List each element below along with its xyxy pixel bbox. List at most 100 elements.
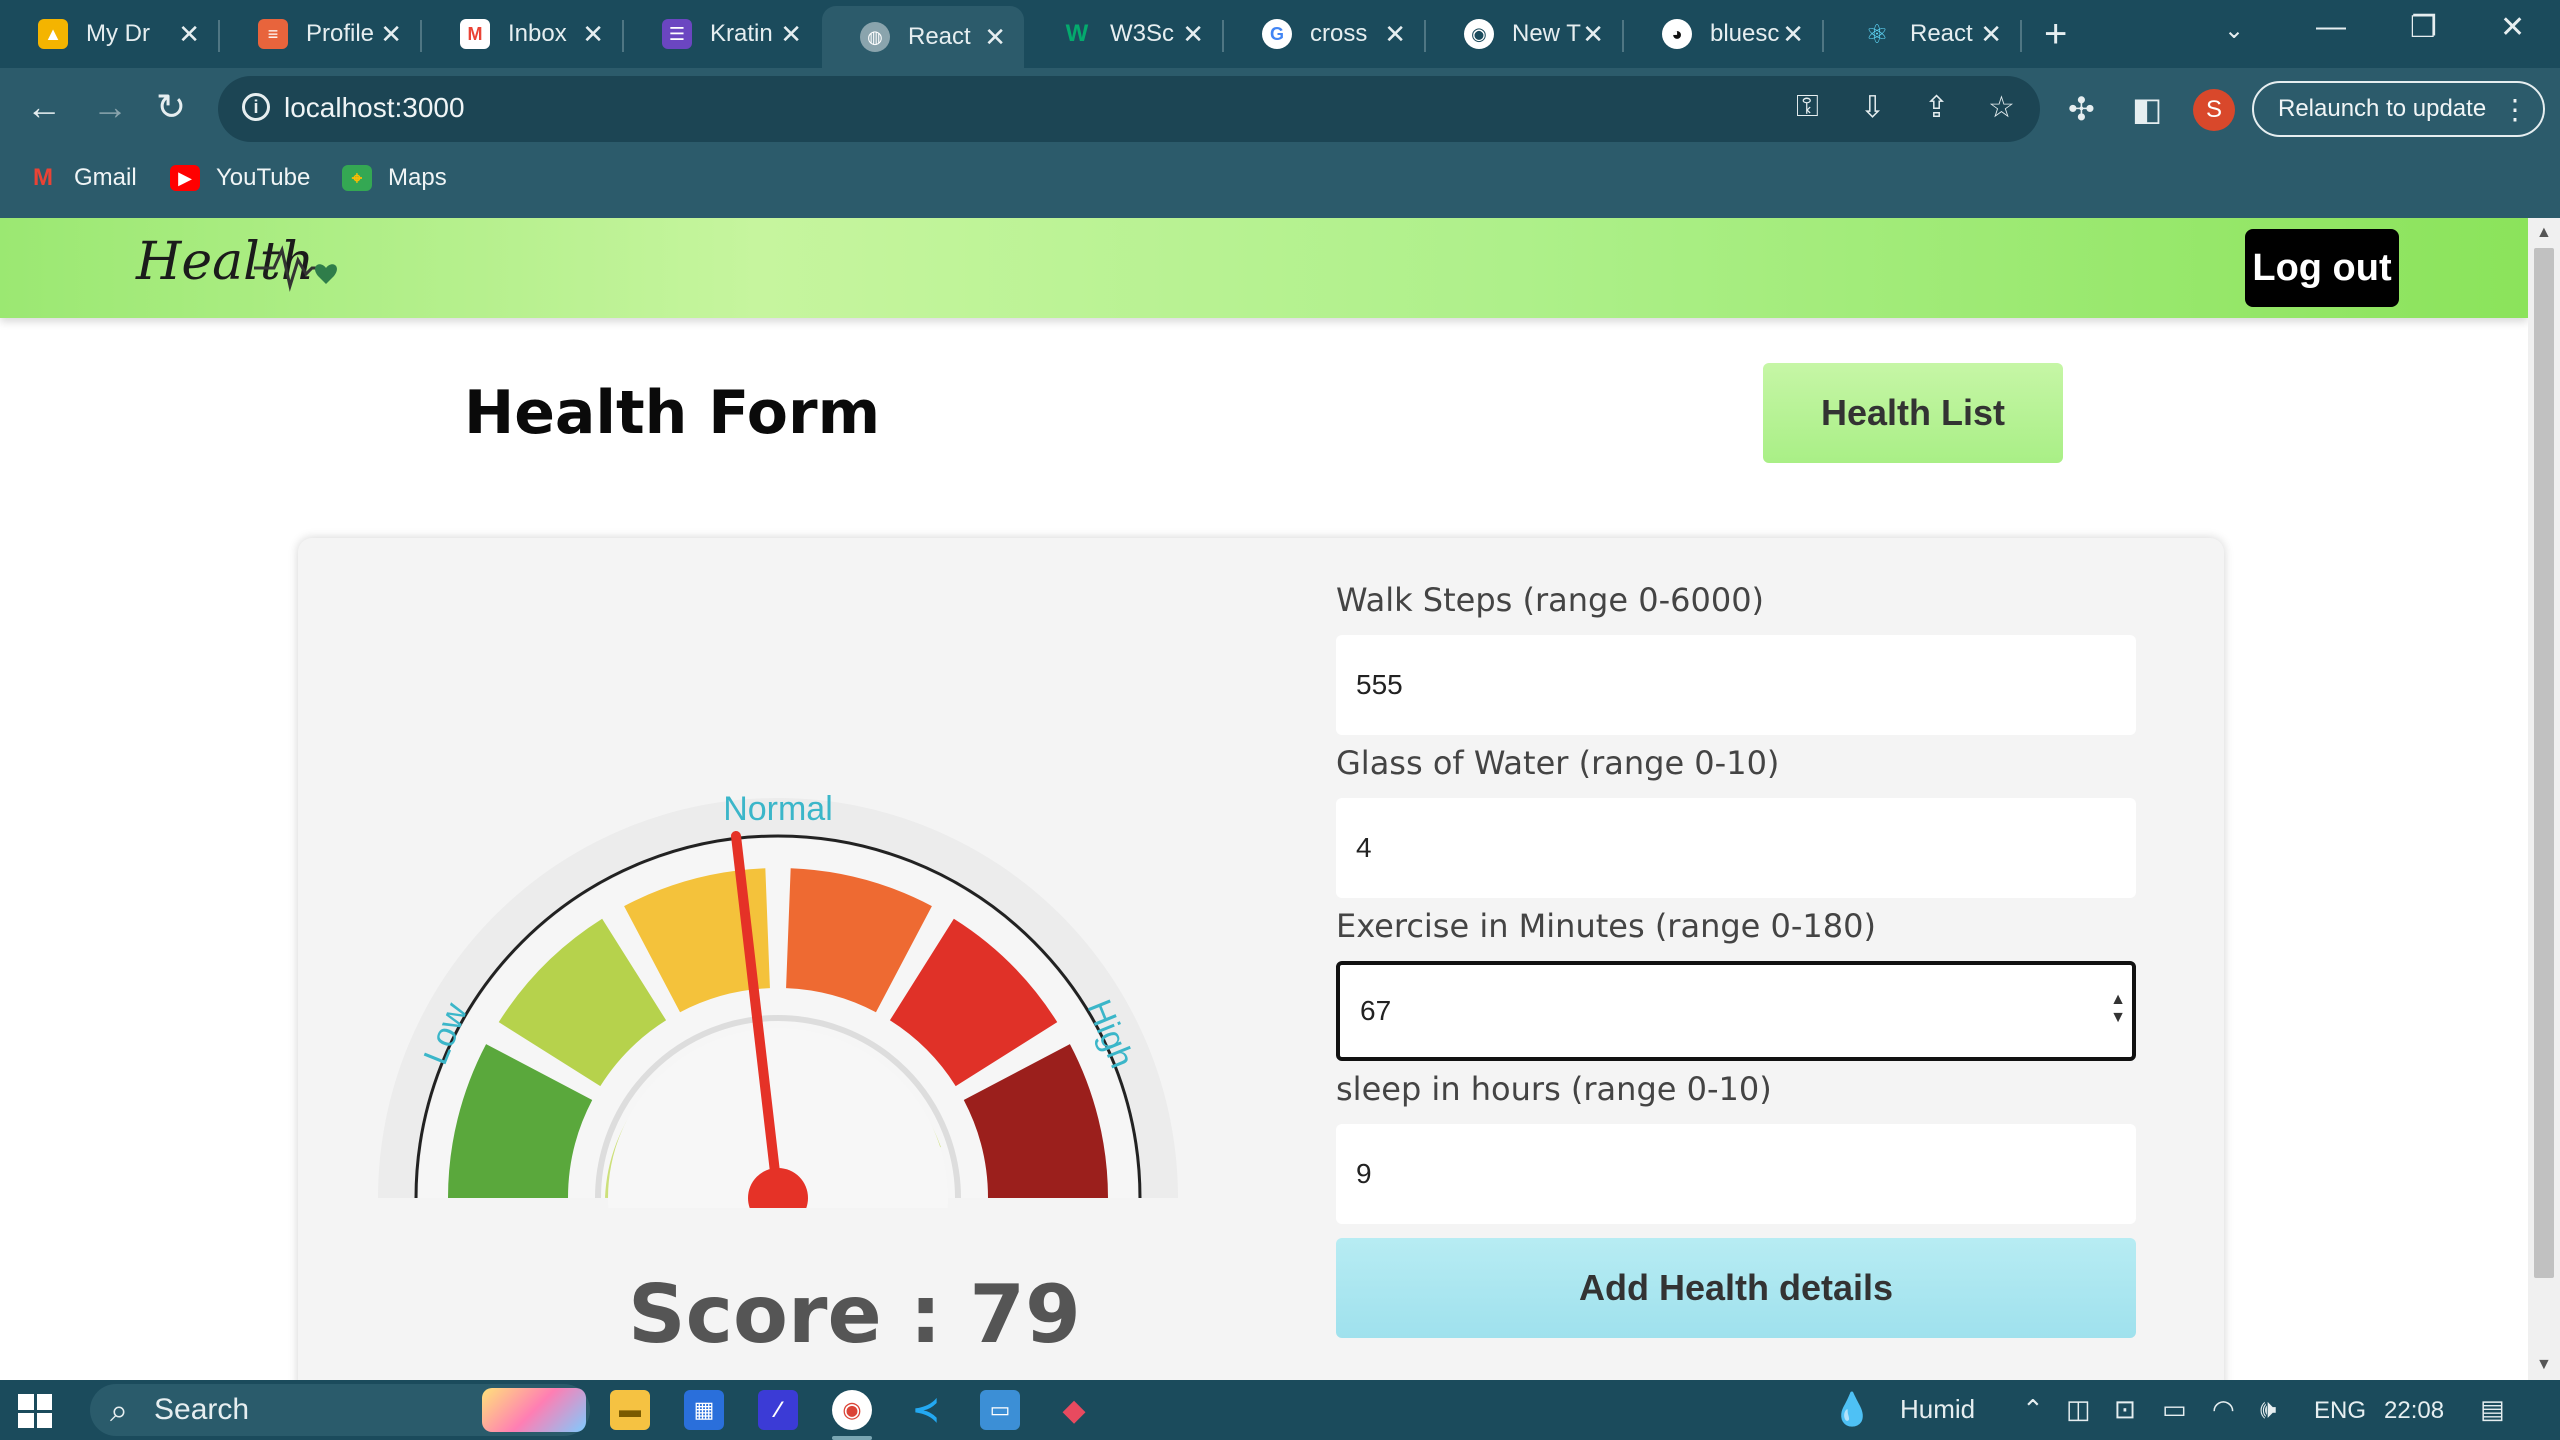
bookmark-youtube[interactable]: ▶ YouTube [170,164,310,192]
active-app-indicator [832,1436,872,1440]
tab-profile[interactable]: ≡ Profile ✕ [220,6,420,62]
key-icon[interactable]: ⚿ [1796,90,1819,124]
volume-icon[interactable]: 🕪 [2260,1394,2276,1426]
microsoft-store-icon[interactable]: ▦ [684,1390,724,1430]
remote-desktop-icon[interactable]: ▭ [980,1390,1020,1430]
heartbeat-logo-icon [254,245,337,292]
tab-react-2[interactable]: ⚛ React ✕ [1824,6,2020,62]
page-title: Health Form [464,378,881,448]
close-window-icon[interactable]: ✕ [2500,10,2525,45]
close-tab-icon[interactable]: ✕ [984,22,1006,53]
walk-steps-input[interactable] [1336,635,2136,735]
tray-chevron-icon[interactable]: ⌃ [2022,1394,2044,1425]
health-list-button[interactable]: Health List [1763,363,2063,463]
tab-my-drive[interactable]: ▲ My Dr ✕ [0,6,218,62]
meet-icon[interactable]: ◫ [2066,1394,2091,1425]
install-app-icon[interactable]: ⇩ [1860,90,1885,125]
number-spinner-icon[interactable]: ▲ ▼ [2108,991,2128,1031]
chrome-icon: ◉ [1464,19,1494,49]
url-text[interactable]: localhost:3000 [284,92,465,124]
w3schools-icon: W [1065,20,1089,47]
scrollbar-thumb[interactable] [2534,248,2554,1278]
profile-avatar[interactable]: S [2193,89,2235,131]
display-icon[interactable]: ⊡ [2114,1394,2136,1425]
scroll-up-arrow-icon[interactable]: ▲ [2536,224,2552,242]
side-panel-icon[interactable]: ◧ [2132,90,2162,128]
extensions-puzzle-icon[interactable]: ✣ [2068,90,2095,128]
weather-label[interactable]: Humid [1900,1394,1975,1425]
bookmark-maps[interactable]: ⌖ Maps [342,164,447,192]
git-icon[interactable]: ◆ [1054,1390,1094,1430]
new-tab-button[interactable]: + [2044,12,2067,57]
tab-github[interactable]: ◕ bluesc ✕ [1624,6,1822,62]
taskbar-search-label: Search [154,1393,250,1426]
close-tab-icon[interactable]: ✕ [582,19,604,50]
tab-w3schools[interactable]: W W3Sc ✕ [1024,6,1222,62]
minimize-icon[interactable]: — [2316,10,2346,44]
close-tab-icon[interactable]: ✕ [780,19,802,50]
kratin-icon: ☰ [662,19,692,49]
sleep-hours-input[interactable] [1336,1124,2136,1224]
share-icon[interactable]: ⇪ [1924,90,1949,125]
notifications-icon[interactable]: ▤ [2480,1394,2505,1425]
more-menu-icon[interactable]: ⋮ [2501,93,2529,126]
gmail-icon: M [33,164,53,191]
vscode-icon[interactable]: ≺ [906,1390,946,1430]
close-tab-icon[interactable]: ✕ [380,19,402,50]
editor-app-icon[interactable]: ⁄ [758,1390,798,1430]
close-tab-icon[interactable]: ✕ [1980,19,2002,50]
page-scrollbar[interactable]: ▲ ▼ [2528,218,2560,1380]
add-health-details-button[interactable]: Add Health details [1336,1238,2136,1338]
tab-cross[interactable]: G cross ✕ [1224,6,1424,62]
close-tab-icon[interactable]: ✕ [1384,19,1406,50]
gauge-label-normal: Normal [723,790,833,828]
site-info-icon[interactable]: i [242,93,270,121]
exercise-minutes-input[interactable] [1336,961,2136,1061]
relaunch-to-update-button[interactable]: Relaunch to update ⋮ [2252,81,2545,137]
globe-icon: ◍ [860,22,890,52]
tab-search-chevron-icon[interactable]: ⌄ [2224,16,2244,45]
windows-taskbar: ⌕ Search ▬ ▦ ⁄ ◉ ≺ ▭ ◆ 💧 Humid ⌃ ◫ ⊡ ▭ ◠… [0,1380,2560,1440]
relaunch-label: Relaunch to update [2278,95,2487,122]
page-viewport: Health Log out Health Form Health List N… [0,218,2528,1380]
reload-icon[interactable]: ↻ [156,86,186,128]
tab-new-tab[interactable]: ◉ New T ✕ [1426,6,1622,62]
sleep-hours-label: sleep in hours (range 0-10) [1336,1070,1772,1108]
restore-icon[interactable]: ❐ [2410,10,2437,45]
walk-steps-label: Walk Steps (range 0-6000) [1336,581,1765,619]
file-explorer-icon[interactable]: ▬ [610,1390,650,1430]
address-bar[interactable]: i localhost:3000 ⚿ ⇩ ⇪ ☆ [218,76,2040,142]
weather-drop-icon[interactable]: 💧 [1832,1390,1872,1428]
google-drive-icon: ▲ [38,19,68,49]
tab-inbox[interactable]: M Inbox ✕ [422,6,622,62]
gauge-svg: Normal Low High [378,790,1178,1368]
logout-button[interactable]: Log out [2245,229,2399,307]
taskbar-search[interactable]: ⌕ Search [90,1384,590,1436]
youtube-icon: ▶ [170,165,200,191]
windows-start-icon[interactable] [18,1394,52,1428]
close-tab-icon[interactable]: ✕ [178,19,200,50]
clock[interactable]: 22:08 [2384,1397,2444,1425]
back-arrow-icon[interactable]: ← [26,86,62,128]
search-highlight-image [482,1388,586,1432]
browser-toolbar: ← → ↻ i localhost:3000 ⚿ ⇩ ⇪ ☆ ✣ ◧ S Rel… [0,68,2560,150]
tab-react-active[interactable]: ◍ React ✕ [822,6,1024,68]
forward-arrow-icon[interactable]: → [92,86,128,128]
bookmark-gmail[interactable]: M Gmail [28,164,137,192]
bookmark-star-icon[interactable]: ☆ [1988,90,2015,125]
close-tab-icon[interactable]: ✕ [1782,19,1804,50]
close-tab-icon[interactable]: ✕ [1182,19,1204,50]
language-indicator[interactable]: ENG [2314,1397,2366,1425]
scroll-down-arrow-icon[interactable]: ▼ [2536,1356,2552,1374]
health-gauge: Normal Low High [378,728,1178,1368]
tab-separator [2020,20,2022,52]
wifi-icon[interactable]: ◠ [2212,1394,2235,1425]
score-text: Score : 79 [628,1268,1081,1361]
water-glasses-input[interactable] [1336,798,2136,898]
tab-kratin[interactable]: ☰ Kratin ✕ [624,6,820,62]
browser-tab-strip: ▲ My Dr ✕ ≡ Profile ✕ M Inbox ✕ ☰ Kratin… [0,0,2560,68]
chrome-taskbar-icon[interactable]: ◉ [832,1390,872,1430]
app-navbar: Health Log out [0,218,2528,318]
battery-icon[interactable]: ▭ [2162,1394,2187,1425]
close-tab-icon[interactable]: ✕ [1582,19,1604,50]
